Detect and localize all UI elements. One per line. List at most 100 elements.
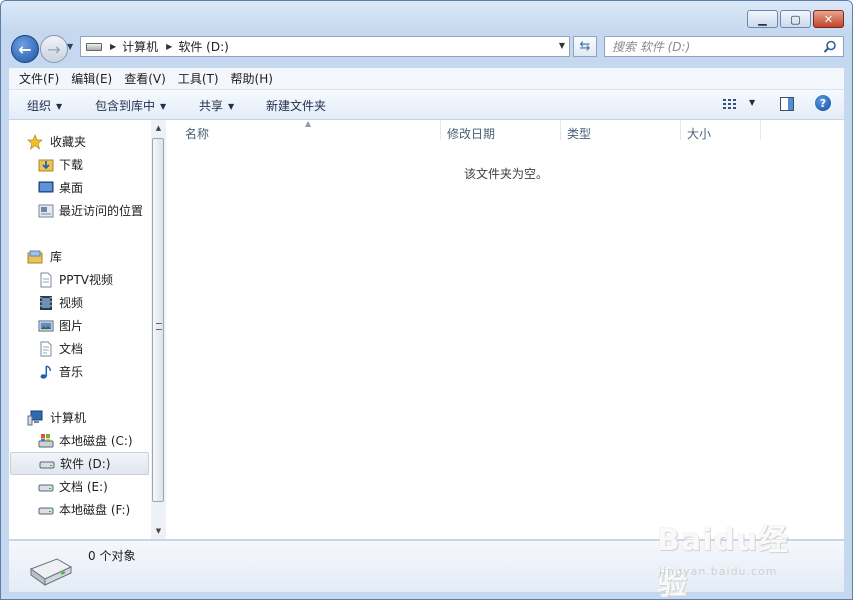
caret-down-icon: ▼ [160, 102, 167, 111]
breadcrumb-computer[interactable]: 计算机 [122, 38, 158, 55]
scroll-up-icon[interactable]: ▲ [151, 120, 166, 136]
share-button[interactable]: 共享 ▼ [199, 97, 234, 114]
maximize-icon: ▢ [790, 12, 801, 26]
column-divider[interactable] [440, 120, 441, 140]
organize-button[interactable]: 组织 ▼ [27, 97, 62, 114]
forward-button[interactable]: → [40, 35, 68, 63]
arrow-left-icon: ← [18, 39, 32, 59]
nav-label: 视频 [59, 296, 84, 310]
drive-icon [86, 42, 102, 51]
nav-pptv[interactable]: PPTV视频 [9, 268, 151, 291]
refresh-button[interactable]: ⇆ [573, 36, 597, 57]
scroll-thumb[interactable] [152, 138, 164, 502]
navigation-pane: 收藏夹 下载 桌面 最近访问的位置 库 PPTV视频 视频 图片 文档 音乐 计… [9, 120, 152, 539]
system-drive-icon [38, 433, 54, 447]
desktop-icon [38, 181, 54, 192]
document-icon [40, 341, 52, 356]
drive-icon [29, 558, 73, 586]
address-dropdown-icon[interactable]: ▼ [559, 41, 565, 50]
nav-scrollbar[interactable]: ▲ ▼ [151, 120, 166, 539]
preview-pane-icon[interactable] [780, 97, 794, 111]
search-input[interactable] [605, 37, 822, 56]
downloads-folder-icon [38, 159, 54, 171]
document-icon [40, 272, 52, 287]
nav-drive-e[interactable]: 文档 (E:) [9, 475, 151, 498]
sort-ascending-icon: ▲ [305, 119, 312, 128]
music-note-icon [40, 364, 51, 379]
nav-pictures[interactable]: 图片 [9, 314, 151, 337]
picture-icon [38, 320, 54, 331]
nav-drive-f[interactable]: 本地磁盘 (F:) [9, 498, 151, 521]
menu-help[interactable]: 帮助(H) [231, 70, 273, 87]
share-label: 共享 [199, 99, 224, 113]
nav-label: 图片 [59, 319, 84, 333]
maximize-button[interactable]: ▢ [780, 10, 811, 28]
nav-music[interactable]: 音乐 [9, 360, 151, 383]
column-divider[interactable] [560, 120, 561, 140]
organize-label: 组织 [27, 99, 52, 113]
breadcrumb-current[interactable]: 软件 (D:) [178, 38, 228, 55]
nav-label: 本地磁盘 (F:) [59, 503, 131, 517]
view-options-icon[interactable]: ▼ [749, 98, 755, 107]
computer-icon [27, 410, 43, 425]
video-icon [40, 295, 52, 310]
view-list-icon[interactable] [723, 98, 739, 110]
nav-label: 音乐 [59, 365, 84, 379]
close-button[interactable]: ✕ [813, 10, 844, 28]
empty-folder-message: 该文件夹为空。 [464, 167, 549, 181]
column-header-type[interactable]: 类型 [567, 125, 591, 142]
address-bar[interactable]: ▶ 计算机 ▶ 软件 (D:) ▼ [80, 36, 570, 57]
search-box[interactable] [604, 36, 844, 57]
column-header-size[interactable]: 大小 [687, 125, 711, 142]
menu-tools[interactable]: 工具(T) [178, 70, 219, 87]
column-divider[interactable] [760, 120, 761, 140]
include-library-button[interactable]: 包含到库中 ▼ [95, 97, 166, 114]
minimize-button[interactable]: ▁ [747, 10, 778, 28]
library-icon [27, 250, 43, 263]
drive-icon [38, 484, 54, 491]
nav-label: 软件 (D:) [60, 457, 111, 471]
nav-libraries[interactable]: 库 [9, 245, 151, 268]
caret-down-icon: ▼ [228, 102, 235, 111]
nav-documents[interactable]: 文档 [9, 337, 151, 360]
item-count: 0 个对象 [88, 549, 136, 563]
menu-bar: 文件(F) 编辑(E) 查看(V) 工具(T) 帮助(H) [9, 68, 844, 90]
nav-favorites[interactable]: 收藏夹 [9, 130, 151, 153]
arrow-right-icon: → [47, 39, 61, 59]
nav-label: 最近访问的位置 [59, 204, 144, 218]
new-folder-label: 新建文件夹 [266, 99, 327, 113]
nav-label: 桌面 [59, 181, 84, 195]
file-list[interactable]: ▲ 名称 修改日期 类型 大小 该文件夹为空。 [166, 119, 844, 539]
new-folder-button[interactable]: 新建文件夹 [266, 97, 326, 114]
chevron-right-icon[interactable]: ▶ [166, 42, 172, 51]
menu-edit[interactable]: 编辑(E) [71, 70, 112, 87]
scroll-down-icon[interactable]: ▼ [151, 523, 166, 539]
nav-drive-d[interactable]: 软件 (D:) [10, 452, 149, 475]
nav-label: 下载 [59, 158, 84, 172]
recent-pages-button[interactable]: ▼ [67, 42, 77, 52]
nav-label: PPTV视频 [59, 273, 114, 287]
explorer-window: ▁ ▢ ✕ ← → ▼ ▶ 计算机 ▶ 软件 (D:) ▼ ⇆ 文件(F) 编辑… [0, 0, 853, 600]
column-header-name[interactable]: 名称 [185, 125, 209, 142]
nav-downloads[interactable]: 下载 [9, 153, 151, 176]
star-icon [27, 133, 43, 150]
nav-recent-places[interactable]: 最近访问的位置 [9, 199, 151, 222]
recent-places-icon [38, 204, 54, 217]
nav-videos[interactable]: 视频 [9, 291, 151, 314]
refresh-icon: ⇆ [579, 39, 591, 54]
nav-computer[interactable]: 计算机 [9, 406, 151, 429]
chevron-right-icon[interactable]: ▶ [110, 42, 116, 51]
title-bar: ▁ ▢ ✕ [1, 1, 852, 35]
back-button[interactable]: ← [11, 35, 39, 63]
help-icon[interactable]: ? [815, 95, 831, 111]
column-header-date[interactable]: 修改日期 [447, 125, 495, 142]
close-icon: ✕ [823, 12, 834, 26]
column-divider[interactable] [680, 120, 681, 140]
drive-icon [39, 461, 55, 468]
menu-view[interactable]: 查看(V) [124, 70, 166, 87]
nav-label: 库 [50, 250, 63, 264]
nav-drive-c[interactable]: 本地磁盘 (C:) [9, 429, 151, 452]
nav-desktop[interactable]: 桌面 [9, 176, 151, 199]
menu-file[interactable]: 文件(F) [19, 70, 59, 87]
search-icon[interactable] [823, 40, 837, 54]
